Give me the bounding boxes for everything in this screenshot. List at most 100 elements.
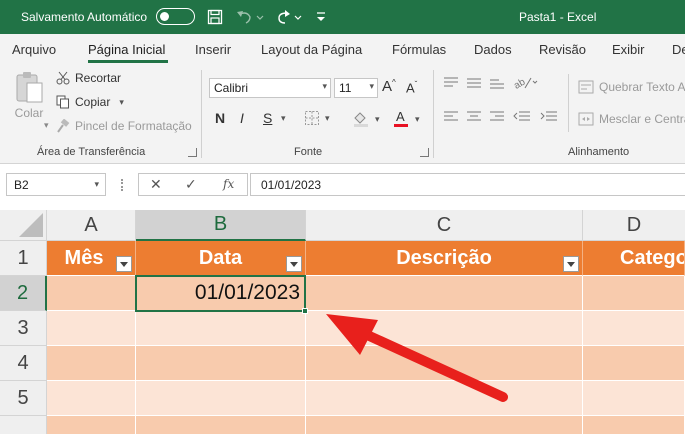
paste-dropdown-icon[interactable]: ▾ bbox=[44, 120, 49, 131]
active-tab-indicator bbox=[88, 60, 168, 63]
chevron-down-icon: ▾ bbox=[415, 113, 420, 124]
document-title: Pasta1 - Excel bbox=[519, 10, 597, 24]
align-bottom-button[interactable] bbox=[489, 76, 505, 90]
font-group-label: Fonte bbox=[294, 146, 323, 158]
arrow-shaft bbox=[360, 329, 508, 402]
font-name-combo[interactable]: Calibri ▾ bbox=[209, 78, 331, 98]
borders-icon bbox=[305, 111, 319, 125]
borders-button[interactable]: ▾ bbox=[304, 110, 330, 126]
italic-label: I bbox=[240, 110, 244, 126]
paste-icon bbox=[16, 72, 43, 103]
formula-input[interactable]: 01/01/2023 bbox=[250, 173, 685, 196]
chevron-down-icon: ▾ bbox=[369, 81, 374, 91]
ribbon: Colar ▾ Recortar Copiar ▾ Pincel de Form… bbox=[0, 64, 685, 164]
merge-cells-icon bbox=[578, 112, 594, 126]
insert-function-icon[interactable]: fx bbox=[223, 177, 234, 191]
align-top-icon bbox=[444, 77, 458, 87]
align-left-button[interactable] bbox=[443, 110, 459, 124]
increase-font-size-button[interactable]: A^ bbox=[382, 78, 396, 95]
clipboard-dialog-launcher-icon[interactable] bbox=[188, 148, 197, 157]
paintbrush-icon bbox=[57, 119, 70, 133]
name-box[interactable]: B2 ▾ bbox=[6, 173, 106, 196]
merge-center-label: Mesclar e Centra bbox=[599, 112, 685, 126]
bold-button[interactable]: N bbox=[215, 110, 225, 126]
font-size-combo[interactable]: 11 ▾ bbox=[334, 78, 378, 98]
tab-revisao[interactable]: Revisão bbox=[539, 42, 586, 57]
font-color-button[interactable]: A ▾ bbox=[392, 109, 420, 129]
undo-icon[interactable] bbox=[234, 7, 266, 27]
scissors-icon bbox=[56, 71, 70, 85]
group-separator bbox=[433, 70, 434, 158]
align-center-icon bbox=[467, 111, 481, 121]
group-separator bbox=[201, 70, 202, 158]
tab-inserir[interactable]: Inserir bbox=[195, 42, 231, 57]
format-painter-button[interactable]: Pincel de Formatação bbox=[56, 119, 192, 133]
wrap-text-icon bbox=[578, 80, 594, 94]
italic-button[interactable]: I bbox=[240, 110, 244, 126]
formula-buttons: ✕ ✓ fx bbox=[138, 173, 248, 196]
increase-indent-button[interactable] bbox=[540, 110, 558, 124]
merge-center-button[interactable]: Mesclar e Centra bbox=[578, 112, 685, 126]
enter-icon[interactable]: ✓ bbox=[185, 176, 197, 193]
title-bar: Salvamento Automático Pasta1 - Excel bbox=[0, 0, 685, 34]
underline-button[interactable]: S bbox=[263, 110, 272, 126]
align-right-icon bbox=[490, 111, 504, 121]
ribbon-tabs: Arquivo Página Inicial Inserir Layout da… bbox=[0, 34, 685, 64]
font-color-icon: A bbox=[394, 109, 408, 127]
tab-pagina-inicial[interactable]: Página Inicial bbox=[88, 42, 165, 57]
paste-button[interactable]: Colar bbox=[14, 70, 44, 120]
bold-label: N bbox=[215, 110, 226, 126]
align-left-icon bbox=[444, 111, 458, 121]
svg-text:A: A bbox=[396, 109, 405, 124]
orientation-button[interactable]: ab bbox=[513, 74, 539, 90]
alignment-group-label: Alinhamento bbox=[568, 146, 630, 158]
save-icon[interactable] bbox=[206, 7, 224, 27]
group-separator bbox=[568, 74, 569, 132]
decrease-indent-icon bbox=[513, 111, 530, 121]
tab-exibir[interactable]: Exibir bbox=[612, 42, 645, 57]
align-bottom-icon bbox=[490, 79, 504, 89]
tab-layout-da-pagina[interactable]: Layout da Página bbox=[261, 42, 362, 57]
autosave-toggle[interactable] bbox=[156, 8, 195, 25]
tab-dados[interactable]: Dados bbox=[474, 42, 512, 57]
name-box-value: B2 bbox=[14, 178, 29, 192]
align-middle-button[interactable] bbox=[466, 76, 482, 90]
autosave-label: Salvamento Automático bbox=[21, 10, 148, 24]
underline-label: S bbox=[263, 110, 273, 126]
redo-icon[interactable] bbox=[274, 7, 306, 27]
clipboard-group-label: Área de Transferência bbox=[37, 146, 146, 158]
chevron-down-icon: ▾ bbox=[94, 179, 99, 189]
tab-arquivo[interactable]: Arquivo bbox=[12, 42, 56, 57]
copy-icon bbox=[56, 95, 69, 109]
increase-font-icon: A^ bbox=[382, 78, 396, 95]
decrease-indent-button[interactable] bbox=[513, 110, 531, 124]
font-dialog-launcher-icon[interactable] bbox=[420, 148, 429, 157]
text-orientation-icon: ab bbox=[513, 76, 538, 90]
fill-color-button[interactable]: ▾ bbox=[352, 110, 380, 128]
formula-bar: B2 ▾ ✕ ✓ fx 01/01/2023 bbox=[0, 165, 685, 210]
chevron-down-icon: ▾ bbox=[375, 113, 380, 124]
decrease-font-size-button[interactable]: Aˇ bbox=[406, 80, 417, 95]
cut-button[interactable]: Recortar bbox=[56, 71, 121, 85]
copy-dropdown-icon[interactable]: ▾ bbox=[119, 97, 124, 108]
font-size-value: 11 bbox=[339, 81, 352, 95]
tab-formulas[interactable]: Fórmulas bbox=[392, 42, 446, 57]
align-top-button[interactable] bbox=[443, 76, 459, 90]
wrap-text-button[interactable]: Quebrar Texto Au bbox=[578, 80, 685, 94]
underline-dropdown-icon[interactable]: ▾ bbox=[281, 113, 286, 124]
chevron-down-icon: ▾ bbox=[325, 112, 330, 123]
cancel-icon[interactable]: ✕ bbox=[150, 176, 162, 193]
cut-label: Recortar bbox=[75, 71, 122, 85]
paste-label: Colar bbox=[14, 106, 44, 120]
formula-bar-resize-handle[interactable] bbox=[121, 179, 123, 191]
customize-toolbar-icon[interactable] bbox=[314, 7, 328, 27]
align-right-button[interactable] bbox=[489, 110, 505, 124]
copy-button[interactable]: Copiar ▾ bbox=[56, 95, 124, 109]
decrease-font-icon: Aˇ bbox=[406, 80, 418, 96]
align-center-button[interactable] bbox=[466, 110, 482, 124]
toggle-knob bbox=[160, 11, 169, 21]
align-middle-icon bbox=[467, 78, 481, 88]
tab-desenvolvedor[interactable]: De bbox=[672, 42, 685, 57]
fill-bucket-icon bbox=[354, 112, 368, 127]
font-name-value: Calibri bbox=[214, 81, 249, 95]
